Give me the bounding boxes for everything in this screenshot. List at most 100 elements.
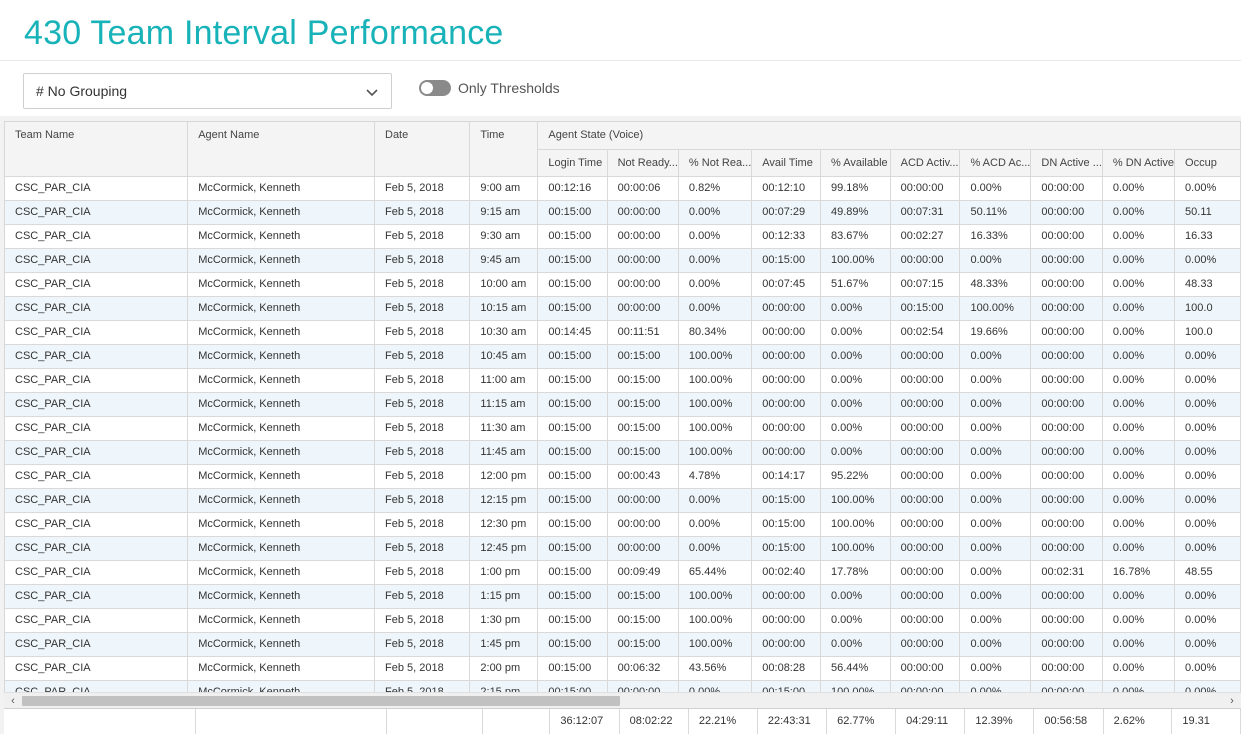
table-cell: 9:00 am [469, 176, 539, 201]
table-cell: 00:00:00 [1030, 608, 1103, 633]
table-cell: 10:00 am [469, 272, 539, 297]
table-row[interactable]: CSC_PAR_CIAMcCormick, KennethFeb 5, 2018… [5, 584, 1241, 609]
table-cell: 4.78% [678, 464, 753, 489]
column-header-metric[interactable]: % Available [820, 149, 891, 177]
scroll-left-icon[interactable]: ‹ [6, 693, 20, 709]
table-cell: Feb 5, 2018 [374, 584, 471, 609]
table-row[interactable]: CSC_PAR_CIAMcCormick, KennethFeb 5, 2018… [5, 440, 1241, 465]
table-cell: 99.18% [820, 176, 891, 201]
table-cell: 00:00:00 [1030, 296, 1103, 321]
totals-cell: 22.21% [688, 709, 758, 734]
table-row[interactable]: CSC_PAR_CIAMcCormick, KennethFeb 5, 2018… [5, 224, 1241, 249]
column-header-metric[interactable]: Occup [1174, 149, 1241, 177]
column-header-metric[interactable]: % ACD Ac... [959, 149, 1032, 177]
only-thresholds-label: Only Thresholds [458, 80, 560, 96]
totals-cell: 04:29:11 [895, 709, 966, 734]
table-cell: 0.00% [1102, 224, 1176, 249]
table-row[interactable]: CSC_PAR_CIAMcCormick, KennethFeb 5, 2018… [5, 560, 1241, 585]
column-header-metric[interactable]: Not Ready... [607, 149, 679, 177]
column-header-agent-name[interactable]: Agent Name [187, 122, 375, 177]
table-cell: 00:15:00 [607, 440, 679, 465]
table-cell: CSC_PAR_CIA [5, 272, 189, 297]
table-row[interactable]: CSC_PAR_CIAMcCormick, KennethFeb 5, 2018… [5, 416, 1241, 441]
table-cell: 12:15 pm [469, 488, 539, 513]
table-row[interactable]: CSC_PAR_CIAMcCormick, KennethFeb 5, 2018… [5, 536, 1241, 561]
table-cell: 0.00% [1102, 632, 1176, 657]
horizontal-scrollbar[interactable]: ‹ › [4, 692, 1241, 708]
column-header-metric[interactable]: DN Active ... [1030, 149, 1103, 177]
table-cell: 19.66% [959, 320, 1032, 345]
table-row[interactable]: CSC_PAR_CIAMcCormick, KennethFeb 5, 2018… [5, 248, 1241, 273]
table-cell: McCormick, Kenneth [187, 440, 375, 465]
totals-row: 36:12:07 08:02:22 22.21% 22:43:31 62.77% 04:2… [4, 709, 1241, 734]
table-cell: 00:15:00 [607, 584, 679, 609]
table-cell: 00:15:00 [537, 224, 608, 249]
totals-cell: 62.77% [826, 709, 897, 734]
table-cell: 00:00:00 [751, 584, 821, 609]
column-header-team-name[interactable]: Team Name [5, 122, 189, 177]
chevron-down-icon [366, 89, 378, 97]
table-row[interactable]: CSC_PAR_CIAMcCormick, KennethFeb 5, 2018… [5, 632, 1241, 657]
table-cell: 0.00% [1102, 656, 1176, 681]
only-thresholds-toggle[interactable] [419, 80, 451, 96]
table-cell: 00:15:00 [890, 296, 961, 321]
table-cell: 00:15:00 [537, 272, 608, 297]
table-cell: 0.00% [678, 272, 753, 297]
column-header-metric[interactable]: ACD Activ... [890, 149, 961, 177]
table-cell: 0.00% [959, 512, 1032, 537]
table-cell: 00:00:00 [890, 632, 961, 657]
table-cell: 0.00% [1174, 440, 1241, 465]
table-row[interactable]: CSC_PAR_CIAMcCormick, KennethFeb 5, 2018… [5, 176, 1241, 201]
column-header-date[interactable]: Date [374, 122, 471, 177]
table-cell: McCormick, Kenneth [187, 584, 375, 609]
table-cell: 00:02:31 [1030, 560, 1103, 585]
table-cell: 00:15:00 [537, 440, 608, 465]
scroll-right-icon[interactable]: › [1225, 693, 1239, 709]
table-cell: Feb 5, 2018 [374, 368, 471, 393]
table-cell: CSC_PAR_CIA [5, 584, 189, 609]
table-cell: 0.00% [1102, 200, 1176, 225]
table-cell: 0.00% [678, 488, 753, 513]
table-cell: 00:12:16 [537, 176, 608, 201]
table-row[interactable]: CSC_PAR_CIAMcCormick, KennethFeb 5, 2018… [5, 200, 1241, 225]
table-cell: 100.00% [678, 368, 753, 393]
table-cell: 0.00% [1174, 656, 1241, 681]
table-row[interactable]: CSC_PAR_CIAMcCormick, KennethFeb 5, 2018… [5, 512, 1241, 537]
table-cell: 00:15:00 [537, 608, 608, 633]
table-row[interactable]: CSC_PAR_CIAMcCormick, KennethFeb 5, 2018… [5, 368, 1241, 393]
table-row[interactable]: CSC_PAR_CIAMcCormick, KennethFeb 5, 2018… [5, 296, 1241, 321]
table-cell: 00:15:00 [607, 632, 679, 657]
table-cell: 0.00% [959, 632, 1032, 657]
grouping-select[interactable]: # No Grouping [23, 73, 392, 109]
table-row[interactable]: CSC_PAR_CIAMcCormick, KennethFeb 5, 2018… [5, 392, 1241, 417]
table-cell: 00:15:00 [607, 416, 679, 441]
column-header-metric[interactable]: % Not Rea... [678, 149, 753, 177]
table-cell: 0.00% [1102, 440, 1176, 465]
table-cell: McCormick, Kenneth [187, 320, 375, 345]
table-cell: 00:00:00 [890, 464, 961, 489]
table-cell: 11:00 am [469, 368, 539, 393]
table-cell: Feb 5, 2018 [374, 272, 471, 297]
table-cell: 50.11% [959, 200, 1032, 225]
scrollbar-thumb[interactable] [22, 696, 620, 706]
table-row[interactable]: CSC_PAR_CIAMcCormick, KennethFeb 5, 2018… [5, 656, 1241, 681]
table-cell: 0.00% [1102, 392, 1176, 417]
table-row[interactable]: CSC_PAR_CIAMcCormick, KennethFeb 5, 2018… [5, 464, 1241, 489]
grouping-select-value: # No Grouping [36, 83, 128, 99]
column-header-time[interactable]: Time [469, 122, 539, 177]
table-cell: Feb 5, 2018 [374, 392, 471, 417]
table-cell: 0.00% [820, 416, 891, 441]
table-row[interactable]: CSC_PAR_CIAMcCormick, KennethFeb 5, 2018… [5, 344, 1241, 369]
column-header-metric[interactable]: Avail Time [751, 149, 821, 177]
table-cell: 0.00% [678, 248, 753, 273]
table-cell: 1:15 pm [469, 584, 539, 609]
table-cell: 00:07:45 [751, 272, 821, 297]
column-header-metric[interactable]: % DN Active [1102, 149, 1176, 177]
table-row[interactable]: CSC_PAR_CIAMcCormick, KennethFeb 5, 2018… [5, 272, 1241, 297]
table-cell: 00:15:00 [751, 536, 821, 561]
table-row[interactable]: CSC_PAR_CIAMcCormick, KennethFeb 5, 2018… [5, 488, 1241, 513]
table-row[interactable]: CSC_PAR_CIAMcCormick, KennethFeb 5, 2018… [5, 608, 1241, 633]
table-cell: 0.00% [959, 392, 1032, 417]
table-row[interactable]: CSC_PAR_CIAMcCormick, KennethFeb 5, 2018… [5, 320, 1241, 345]
column-header-metric[interactable]: Login Time [537, 149, 608, 177]
